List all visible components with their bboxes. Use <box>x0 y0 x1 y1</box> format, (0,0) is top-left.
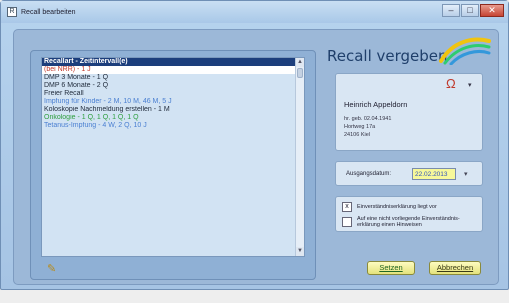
consent-section: x Einverständniserklärung liegt vor Auf … <box>335 196 483 232</box>
start-date-input[interactable] <box>412 168 456 180</box>
scroll-down-button[interactable]: ▼ <box>296 247 304 256</box>
abbrechen-button[interactable]: Abbrechen <box>429 261 481 275</box>
list-item[interactable]: DMP 3 Monate - 1 Q <box>42 74 295 82</box>
dialog-body: Recallart - Zeitintervall(e) (bei NRR) -… <box>13 29 499 285</box>
edit-icon[interactable]: ✎ <box>47 263 61 275</box>
recall-window: R Recall bearbeiten – □ ✕ Recallart - Ze… <box>0 0 509 290</box>
brand-logo <box>439 37 491 65</box>
window-controls: – □ ✕ <box>441 4 504 17</box>
list-item[interactable]: Tetanus-Impfung - 4 W, 2 Q, 10 J <box>42 122 295 130</box>
list-header: Recallart - Zeitintervall(e) <box>42 58 295 66</box>
patient-birth: hr. geb. 02.04.1941 <box>344 116 392 122</box>
maximize-button[interactable]: □ <box>461 4 479 17</box>
patient-city: 24106 Kiel <box>344 132 370 138</box>
app-icon: R <box>7 7 17 17</box>
list-item[interactable]: DMP 6 Monate - 2 Q <box>42 82 295 90</box>
list-item[interactable]: (bei NRR) - 1 J <box>42 66 295 74</box>
reminder-label: Auf eine nicht vorliegende Einverständni… <box>357 216 460 228</box>
dialog-heading: Recall vergeben <box>327 47 448 65</box>
consent-checkbox[interactable]: x <box>342 202 352 212</box>
reminder-checkbox[interactable] <box>342 217 352 227</box>
start-date-section: Ausgangsdatum: ▾ <box>335 161 483 186</box>
recall-list-items: Recallart - Zeitintervall(e) (bei NRR) -… <box>42 58 295 130</box>
status-bar <box>0 290 509 303</box>
setzen-button[interactable]: Setzen <box>367 261 415 275</box>
patient-card: Ω ▾ Heinrich Appeldorn hr. geb. 02.04.19… <box>335 73 483 151</box>
recall-listbox[interactable]: Recallart - Zeitintervall(e) (bei NRR) -… <box>41 57 305 257</box>
patient-icon[interactable]: Ω <box>446 76 456 91</box>
list-scrollbar[interactable]: ▲ ▼ <box>295 58 304 256</box>
consent-label: Einverständniserklärung liegt vor <box>357 204 437 210</box>
patient-street: Hortweg 17a <box>344 124 376 130</box>
chevron-down-icon[interactable]: ▾ <box>468 81 472 89</box>
date-dropdown-icon[interactable]: ▾ <box>464 170 468 178</box>
list-item[interactable]: Freier Recall <box>42 90 295 98</box>
list-item[interactable]: Koloskopie Nachmeldung erstellen - 1 M <box>42 106 295 114</box>
scroll-thumb[interactable] <box>297 68 303 78</box>
patient-name: Heinrich Appeldorn <box>344 100 408 109</box>
start-date-label: Ausgangsdatum: <box>346 171 392 177</box>
title-bar[interactable]: R Recall bearbeiten – □ ✕ <box>1 1 508 23</box>
list-item[interactable]: Onkologie - 1 Q, 1 Q, 1 Q, 1 Q <box>42 114 295 122</box>
close-button[interactable]: ✕ <box>480 4 504 17</box>
scroll-up-button[interactable]: ▲ <box>296 58 304 67</box>
window-title: Recall bearbeiten <box>21 8 76 16</box>
recall-list-panel: Recallart - Zeitintervall(e) (bei NRR) -… <box>30 50 316 280</box>
list-item[interactable]: Impfung für Kinder - 2 M, 10 M, 46 M, 5 … <box>42 98 295 106</box>
minimize-button[interactable]: – <box>442 4 460 17</box>
